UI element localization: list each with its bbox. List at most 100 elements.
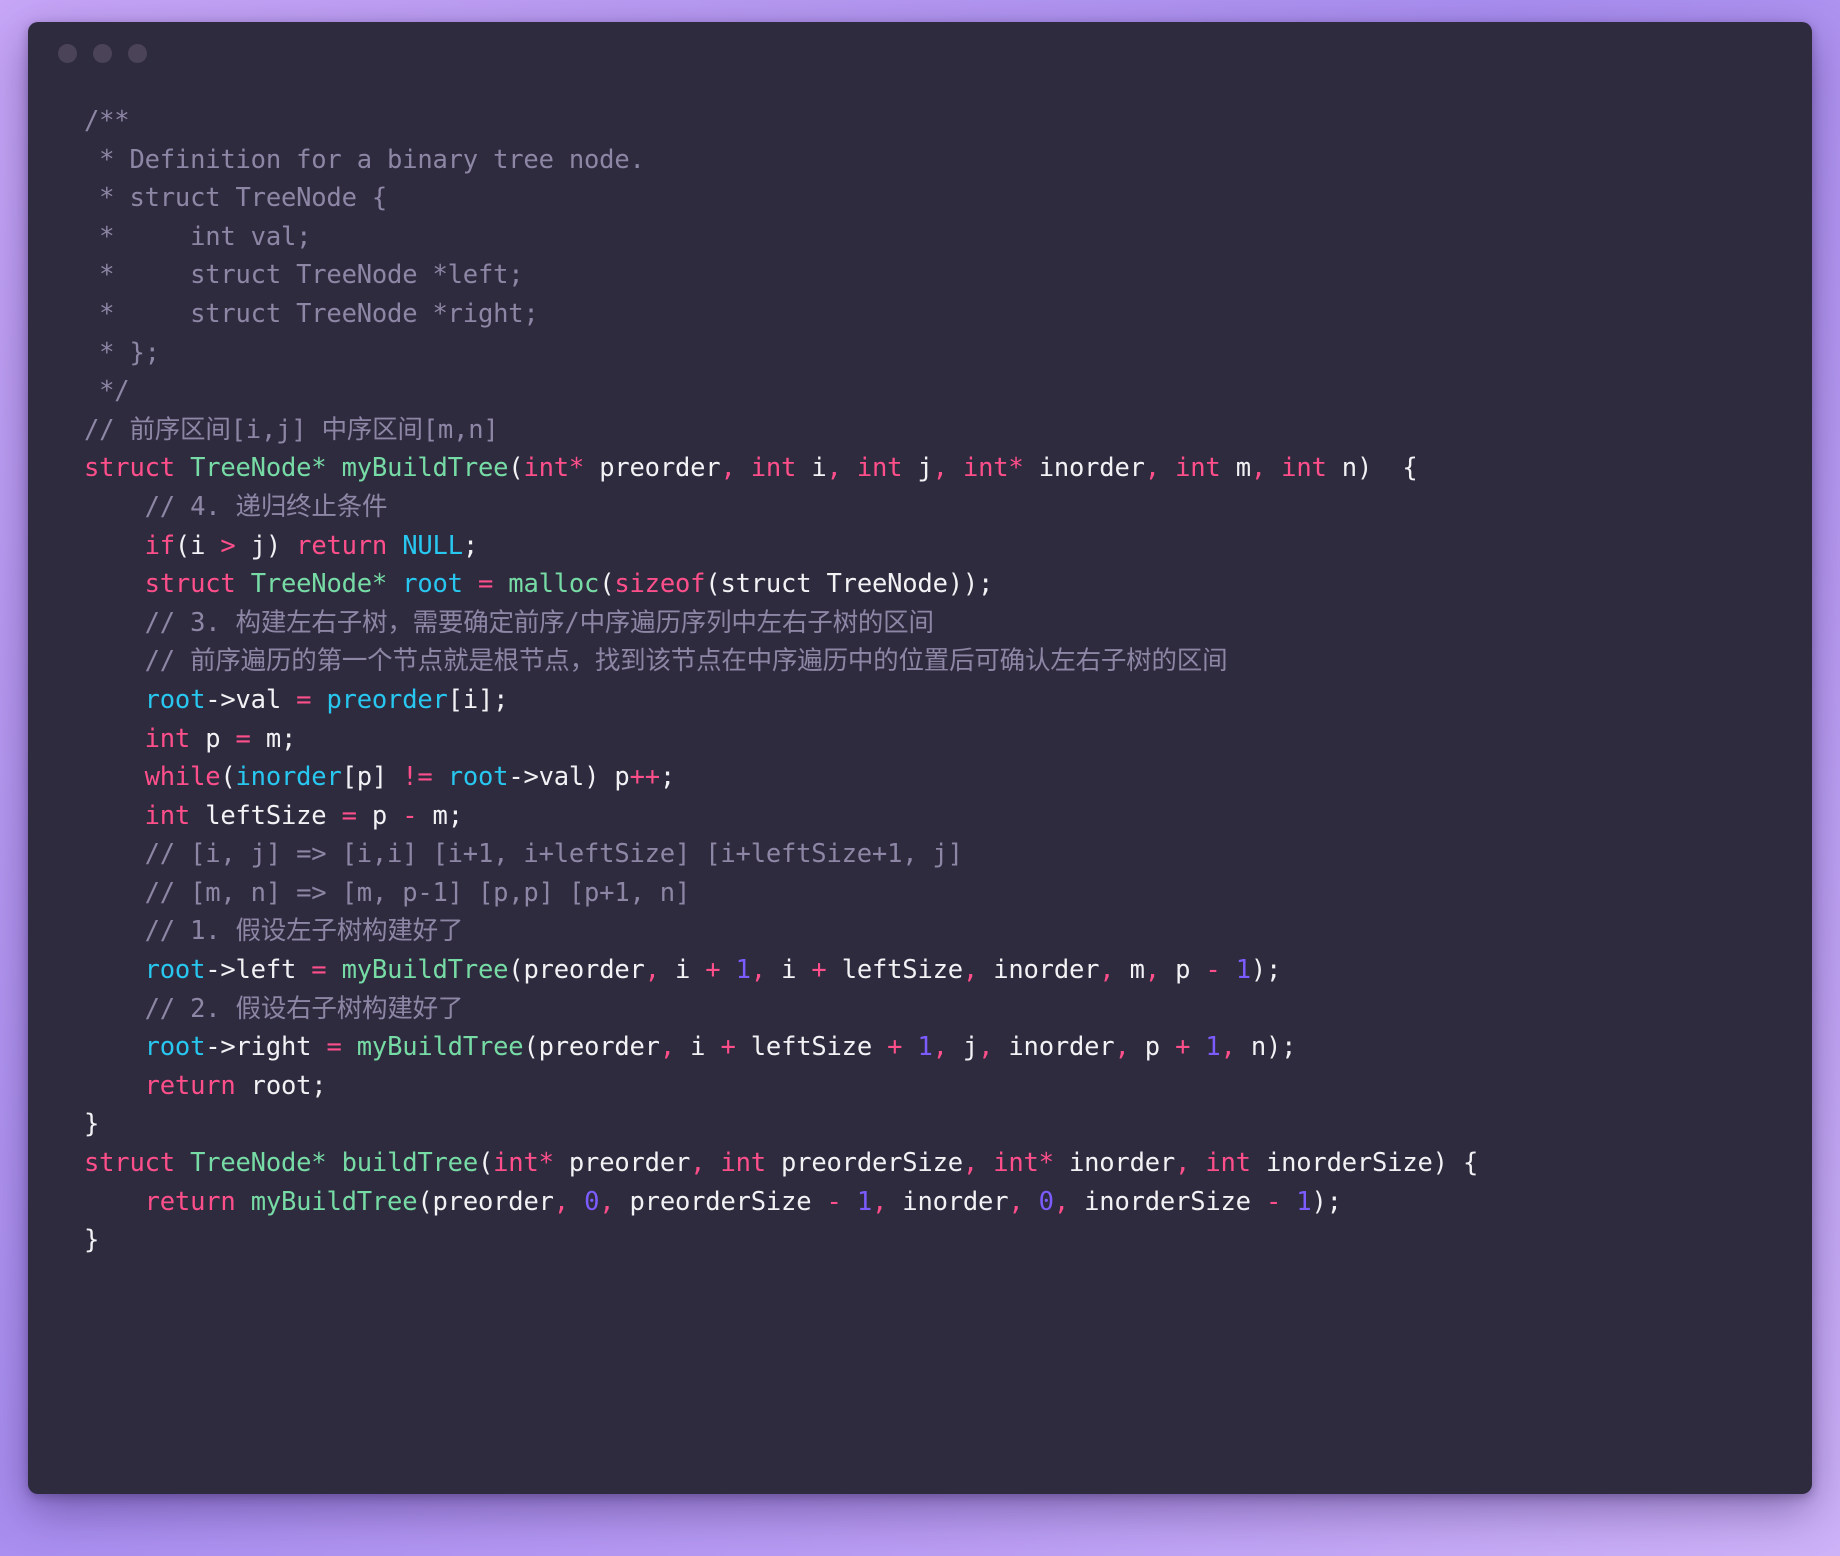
code-token-cmt: /**	[84, 106, 130, 136]
code-token-txt: inorderSize	[1250, 1148, 1433, 1179]
code-token-txt: preorderSize	[765, 1148, 963, 1179]
code-token-kw: sizeof	[614, 569, 706, 600]
code-line: while(inorder[p] != root->val) p++;	[84, 758, 1812, 797]
code-line: */	[84, 372, 1812, 411]
code-token-pun: );	[1250, 955, 1282, 986]
code-token-op: =	[477, 569, 494, 600]
code-token-op: ,	[659, 1032, 675, 1063]
code-token-op: =	[326, 1032, 342, 1063]
code-token-op: !=	[402, 762, 433, 793]
code-token-kw: int	[144, 723, 191, 754]
code-token-op: ,	[750, 955, 766, 986]
code-token-num: 1	[856, 1186, 872, 1217]
code-line: /**	[84, 102, 1812, 141]
code-token-pun: (	[705, 569, 721, 600]
code-token-txt: leftSize	[735, 1032, 888, 1063]
code-token-op: ,	[871, 1186, 888, 1217]
code-token-pun: }	[84, 1109, 100, 1140]
code-token-cmt: * struct TreeNode {	[84, 183, 388, 214]
code-token-txt: i	[674, 1032, 721, 1063]
code-token-num: 0	[1038, 1186, 1054, 1217]
code-token-txt: struct TreeNode	[720, 569, 948, 600]
code-token-pun: )	[584, 762, 600, 793]
screenshot-stage: /** * Definition for a binary tree node.…	[0, 0, 1840, 1556]
code-token-kw: struct	[84, 1148, 175, 1179]
code-token-pun: }	[84, 1225, 100, 1256]
code-token-op: ,	[1250, 453, 1267, 484]
code-token-txt: preorder	[523, 955, 645, 986]
code-token-kw: int*	[493, 1148, 554, 1179]
code-token-cmt: * };	[84, 337, 160, 368]
code-token-pun: [	[447, 684, 463, 715]
code-token-fn: myBuildTree	[341, 955, 509, 986]
window-titlebar[interactable]	[28, 22, 1812, 84]
code-token-txt: i	[765, 955, 812, 986]
code-token-kw: int	[1205, 1148, 1251, 1179]
maximize-window-button[interactable]	[128, 43, 147, 63]
code-token-op: =	[341, 800, 357, 831]
code-token-txt: m	[1114, 955, 1145, 986]
code-token-cmt: * struct TreeNode *left;	[84, 260, 524, 291]
code-token-pun: ->	[205, 955, 236, 986]
code-token-cmt: */	[84, 376, 130, 407]
code-token-txt: inorder	[1023, 453, 1145, 484]
close-window-button[interactable]	[58, 43, 77, 63]
code-token-txt: val	[235, 684, 297, 715]
code-token-pun: ) {	[1356, 453, 1418, 484]
code-token-op: +	[720, 1032, 736, 1063]
code-token-pun: ;	[462, 530, 479, 561]
code-line: struct TreeNode* buildTree(int* preorder…	[84, 1144, 1812, 1183]
code-block[interactable]: /** * Definition for a binary tree node.…	[28, 84, 1812, 1260]
code-token-op: ,	[978, 1032, 994, 1063]
code-token-op: -	[402, 800, 418, 831]
code-token-kw: if	[144, 530, 176, 561]
code-token-kw: struct	[84, 453, 175, 484]
code-token-pun: (	[417, 1186, 433, 1217]
code-token-num: 1	[1205, 1032, 1221, 1063]
code-token-pun: ]	[371, 762, 388, 793]
code-token-op: +	[705, 955, 721, 986]
code-token-op: ,	[1220, 1032, 1236, 1063]
code-token-txt: i	[462, 684, 478, 715]
code-line: root->val = preorder[i];	[84, 681, 1812, 720]
code-token-txt: p	[190, 723, 236, 754]
minimize-window-button[interactable]	[93, 43, 112, 63]
code-token-txt: preorder	[432, 1186, 554, 1217]
code-token-op: ,	[599, 1186, 615, 1217]
code-token-pun: (	[523, 1032, 539, 1063]
code-token-txt: inorder	[978, 955, 1100, 986]
code-token-op: -	[1205, 955, 1221, 986]
code-token-op: ,	[1008, 1186, 1024, 1217]
code-token-pun: ->	[205, 1032, 236, 1063]
code-token-cmt: // 4. 递归终止条件	[144, 491, 388, 522]
code-token-cmt: // 前序区间[i,j] 中序区间[m,n]	[84, 414, 499, 445]
code-token-txt: right	[235, 1032, 327, 1063]
code-token-txt: n	[1326, 453, 1357, 484]
code-token-txt: val	[538, 762, 585, 793]
code-token-typ: TreeNode*	[190, 453, 327, 484]
code-token-fn: myBuildTree	[356, 1032, 524, 1063]
code-token-kw: int*	[962, 453, 1024, 484]
code-token-cmt: * Definition for a binary tree node.	[84, 144, 645, 175]
code-token-txt: i	[190, 530, 221, 561]
code-token-txt: p	[599, 762, 630, 793]
code-token-kw: return	[296, 530, 388, 561]
code-token-cmt: // 1. 假设左子树构建好了	[144, 916, 464, 947]
code-token-op: +	[1175, 1032, 1191, 1063]
code-token-fn: myBuildTree	[250, 1186, 418, 1217]
